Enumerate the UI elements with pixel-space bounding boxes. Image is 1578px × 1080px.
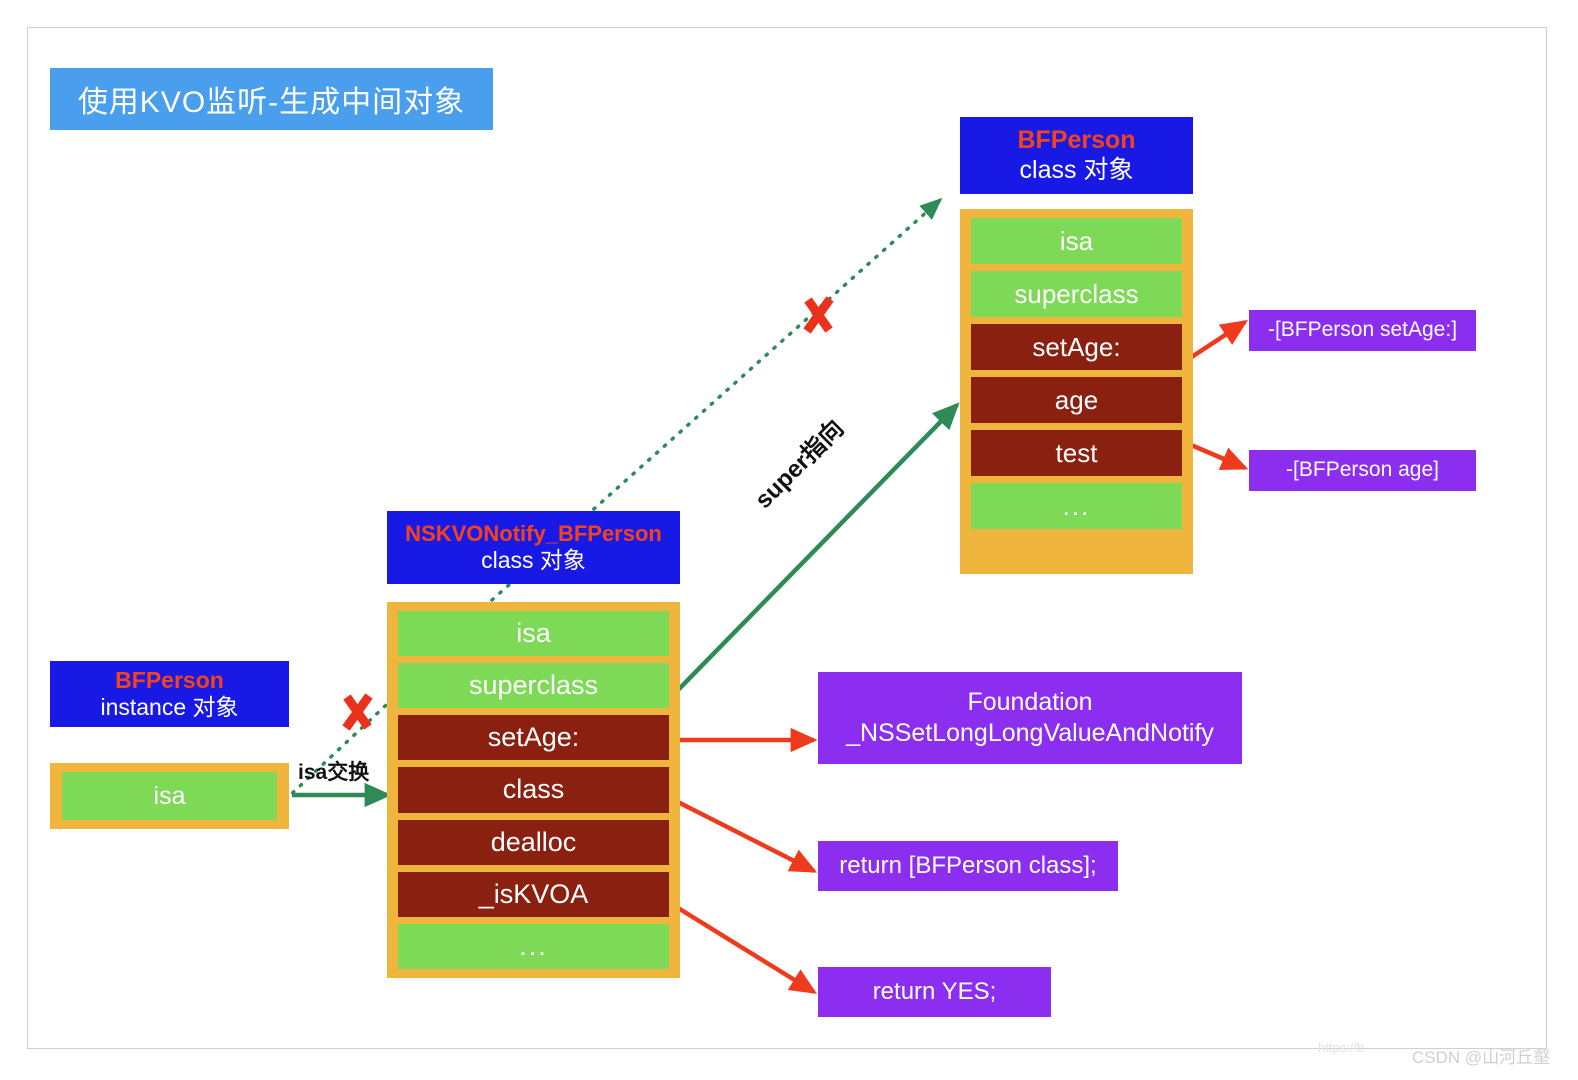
bfperson-class-kind: class 对象 — [1019, 155, 1134, 184]
bfperson-class-row-age: age — [971, 377, 1182, 423]
bfperson-instance-object-struct: isa — [50, 763, 289, 829]
nskvo-row-iskvoa: _isKVOA — [398, 871, 669, 917]
callout-return-yes-label: return YES; — [872, 978, 997, 1005]
nskvo-row-setage: setAge: — [398, 715, 669, 761]
nskvo-class-kind: class 对象 — [481, 546, 586, 573]
nskvo-row-dealloc: dealloc — [398, 819, 669, 865]
nskvo-row-more: ... — [398, 923, 669, 969]
arrow-age-to-impl — [1183, 439, 1249, 471]
callout-return-yes: return YES; — [818, 967, 1051, 1017]
bfperson-class-row-more: ... — [971, 483, 1182, 529]
bfperson-class-object-header: BFPerson class 对象 — [960, 117, 1193, 194]
arrow-iskvoa-to-return-yes — [668, 901, 818, 994]
bfperson-instance-object-header: BFPerson instance 对象 — [50, 661, 289, 727]
callout-foundation-setter: Foundation _NSSetLongLongValueAndNotify — [818, 672, 1242, 764]
x-mark-lower — [342, 693, 373, 731]
arrow-setage-to-impl — [1182, 320, 1249, 364]
arrow-overlay — [283, 197, 1249, 994]
nskvo-class-object-header: NSKVONotify_BFPerson class 对象 — [387, 511, 680, 584]
diagram-canvas: 使用KVO监听-生成中间对象 BFPerson class 对象 isa sup… — [0, 0, 1578, 1080]
callout-age-impl-label: -[BFPerson age] — [1286, 458, 1439, 482]
x-mark-upper — [803, 296, 834, 334]
page-title: 使用KVO监听-生成中间对象 — [77, 86, 466, 119]
callout-foundation-line2: _NSSetLongLongValueAndNotify — [846, 719, 1214, 747]
bfperson-class-object-struct: isa superclass setAge: age test ... — [960, 209, 1193, 574]
callout-setage-impl-label: -[BFPerson setAge:] — [1267, 318, 1458, 342]
watermark-url: https://b — [1318, 1040, 1365, 1055]
bfperson-class-row-test: test — [971, 430, 1182, 476]
bfperson-class-name: BFPerson — [1017, 126, 1136, 154]
callout-return-class: return [BFPerson class]; — [818, 841, 1118, 891]
canvas-frame — [27, 27, 1547, 1049]
bfperson-class-row-superclass: superclass — [971, 271, 1182, 317]
bfperson-instance-kind: instance 对象 — [100, 694, 239, 720]
watermark-credit: CSDN @山河丘壑 — [1412, 1048, 1551, 1067]
callout-setage-impl: -[BFPerson setAge:] — [1249, 310, 1476, 351]
annotation-super-pointer: super指向 — [749, 414, 850, 515]
nskvo-class-name: NSKVONotify_BFPerson — [405, 520, 662, 546]
bfperson-instance-name: BFPerson — [115, 666, 224, 693]
annotation-isa-swap: isa交换 — [298, 761, 370, 784]
bfperson-instance-row-isa: isa — [62, 772, 277, 820]
arrow-class-to-return-class — [668, 795, 818, 874]
bfperson-class-row-setage: setAge: — [971, 324, 1182, 370]
bfperson-class-row-isa: isa — [971, 218, 1182, 264]
nskvo-row-isa: isa — [398, 611, 669, 657]
callout-age-impl: -[BFPerson age] — [1249, 450, 1476, 491]
callout-return-class-label: return [BFPerson class]; — [839, 852, 1097, 879]
callout-foundation-line1: Foundation — [967, 687, 1093, 716]
nskvo-class-object-struct: isa superclass setAge: class dealloc _is… — [387, 602, 680, 978]
nskvo-row-class: class — [398, 767, 669, 813]
nskvo-row-superclass: superclass — [398, 663, 669, 709]
diagram-title-banner: 使用KVO监听-生成中间对象 — [50, 68, 493, 130]
